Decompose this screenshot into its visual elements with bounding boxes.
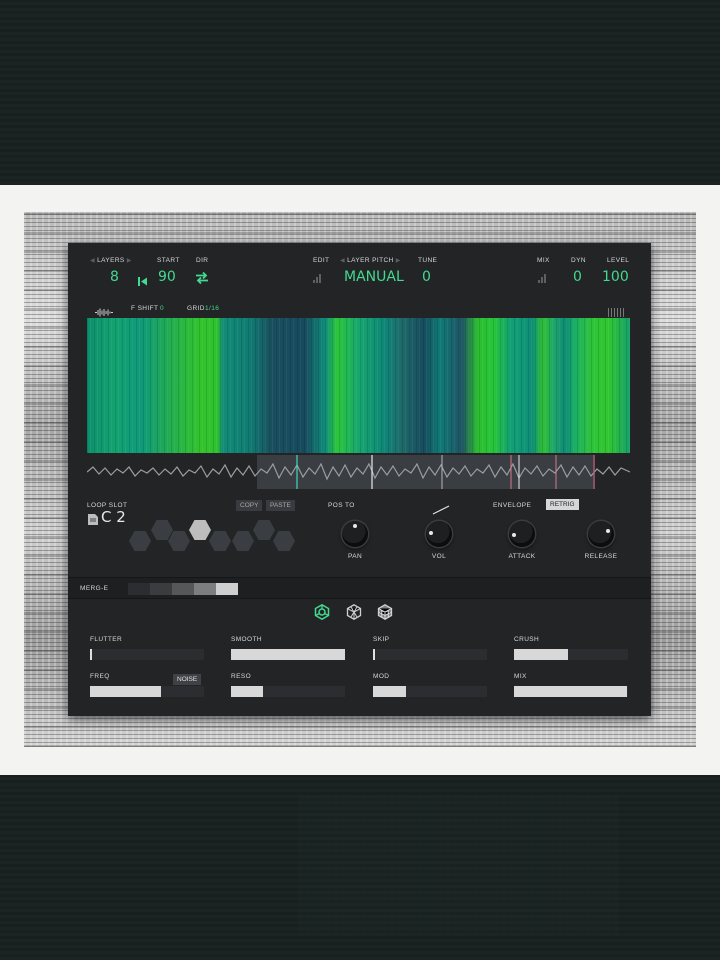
crush-slider-fill	[514, 649, 568, 660]
start-value[interactable]: 90	[158, 269, 176, 285]
flutter-label: FLUTTER	[90, 636, 123, 643]
flutter-slider-handle[interactable]	[90, 649, 92, 660]
edit-meter-icon[interactable]	[313, 273, 323, 283]
grid-label: GRID	[187, 305, 205, 312]
smooth-slider-fill	[231, 649, 345, 660]
pan-knob[interactable]	[342, 521, 368, 547]
skip-slider-handle[interactable]	[373, 649, 375, 660]
dyn-value[interactable]: 0	[573, 269, 582, 285]
hex-pad[interactable]	[273, 531, 295, 551]
merge-segment[interactable]	[172, 583, 194, 595]
layers-label: ◀ LAYERS ▶	[90, 257, 132, 264]
level-label: LEVEL	[607, 257, 630, 264]
vol-label: VOL	[431, 553, 447, 560]
crush-slider[interactable]	[514, 649, 628, 660]
dyn-label: DYN	[571, 257, 586, 264]
mix-slider[interactable]	[514, 686, 628, 697]
level-value[interactable]: 100	[602, 269, 629, 285]
freq-label: FREQ	[90, 673, 110, 680]
vol-knob[interactable]	[426, 521, 452, 547]
reso-label: RESO	[231, 673, 252, 680]
mix-label: MIX	[514, 673, 527, 680]
pos-to-label: POS TO	[328, 502, 355, 509]
waveform-toolbar: F SHIFT 0 GRID 1/16	[87, 301, 630, 317]
curve-icon[interactable]	[432, 502, 450, 520]
knob-indicator	[429, 530, 434, 535]
hex-pad[interactable]	[209, 531, 231, 551]
knob-indicator	[512, 532, 517, 537]
merge-segment[interactable]	[150, 583, 172, 595]
background-top	[0, 0, 720, 185]
smooth-slider[interactable]	[231, 649, 345, 660]
mode-ring-icon[interactable]	[314, 603, 330, 625]
grid-value[interactable]: 1/16	[205, 305, 219, 312]
retrig-button[interactable]: RETRIG	[546, 499, 579, 510]
layer-pitch-value[interactable]: MANUAL	[344, 269, 404, 285]
merge-bar: MERG-E	[68, 577, 651, 599]
plugin-window: ◀ LAYERS ▶ 8 START 90 DIR EDIT ◀ LAYER P…	[68, 243, 651, 716]
smooth-label: SMOOTH	[231, 636, 262, 643]
background-bottom	[0, 775, 720, 960]
freq-slider[interactable]	[90, 686, 204, 697]
spectrogram-display[interactable]	[87, 318, 630, 453]
merge-label: MERG-E	[80, 585, 109, 592]
reso-slider-fill	[231, 686, 263, 697]
mix-label: MIX	[537, 257, 550, 264]
hex-pad[interactable]	[151, 520, 173, 540]
mix-meter-icon[interactable]	[538, 273, 548, 283]
flutter-slider[interactable]	[90, 649, 204, 660]
crush-label: CRUSH	[514, 636, 540, 643]
hex-pad[interactable]	[168, 531, 190, 551]
loop-slot-value[interactable]: C 2	[101, 508, 126, 526]
mod-slider-fill	[373, 686, 407, 697]
freq-slider-fill	[90, 686, 161, 697]
file-icon[interactable]	[88, 512, 98, 530]
skip-slider[interactable]	[373, 649, 487, 660]
tune-value[interactable]: 0	[422, 269, 431, 285]
envelope-label: ENVELOPE	[493, 502, 532, 509]
release-knob[interactable]	[588, 521, 614, 547]
tune-label: TUNE	[418, 257, 438, 264]
f-shift-value[interactable]: 0	[160, 305, 164, 312]
paste-button[interactable]: PASTE	[266, 500, 295, 511]
hex-pad-active[interactable]	[189, 520, 211, 540]
hex-pad[interactable]	[232, 531, 254, 551]
copy-button[interactable]: COPY	[236, 500, 263, 511]
f-shift-label: F SHIFT	[131, 305, 159, 312]
layer-pitch-label: ◀ LAYER PITCH ▶	[340, 257, 401, 264]
arrow-right-icon[interactable]: ▶	[125, 258, 132, 264]
start-label: START	[157, 257, 180, 264]
waveform-overview[interactable]	[87, 455, 630, 489]
hex-pad[interactable]	[253, 520, 275, 540]
pan-label: PAN	[347, 553, 363, 560]
skip-back-icon[interactable]	[138, 273, 148, 291]
mode-cube-grid-icon[interactable]	[377, 604, 393, 625]
noise-button[interactable]: NOISE	[173, 674, 202, 685]
edit-label: EDIT	[313, 257, 330, 264]
attack-knob[interactable]	[509, 521, 535, 547]
merge-segment[interactable]	[194, 583, 216, 595]
mod-label: MOD	[373, 673, 390, 680]
swap-arrows-icon[interactable]	[195, 271, 209, 289]
skip-label: SKIP	[373, 636, 390, 643]
knob-indicator	[353, 524, 357, 528]
reso-slider[interactable]	[231, 686, 345, 697]
attack-label: ATTACK	[508, 553, 536, 560]
release-label: RELEASE	[584, 553, 618, 560]
merge-segment[interactable]	[128, 583, 150, 595]
mode-cube-icon[interactable]	[346, 604, 362, 625]
mod-slider[interactable]	[373, 686, 487, 697]
dir-label: DIR	[196, 257, 209, 264]
knob-indicator	[606, 528, 611, 533]
mix-slider-fill	[514, 686, 627, 697]
arrow-right-icon[interactable]: ▶	[394, 258, 401, 264]
hex-pad[interactable]	[129, 531, 151, 551]
layers-value[interactable]: 8	[110, 269, 119, 285]
merge-segment[interactable]	[216, 583, 238, 595]
